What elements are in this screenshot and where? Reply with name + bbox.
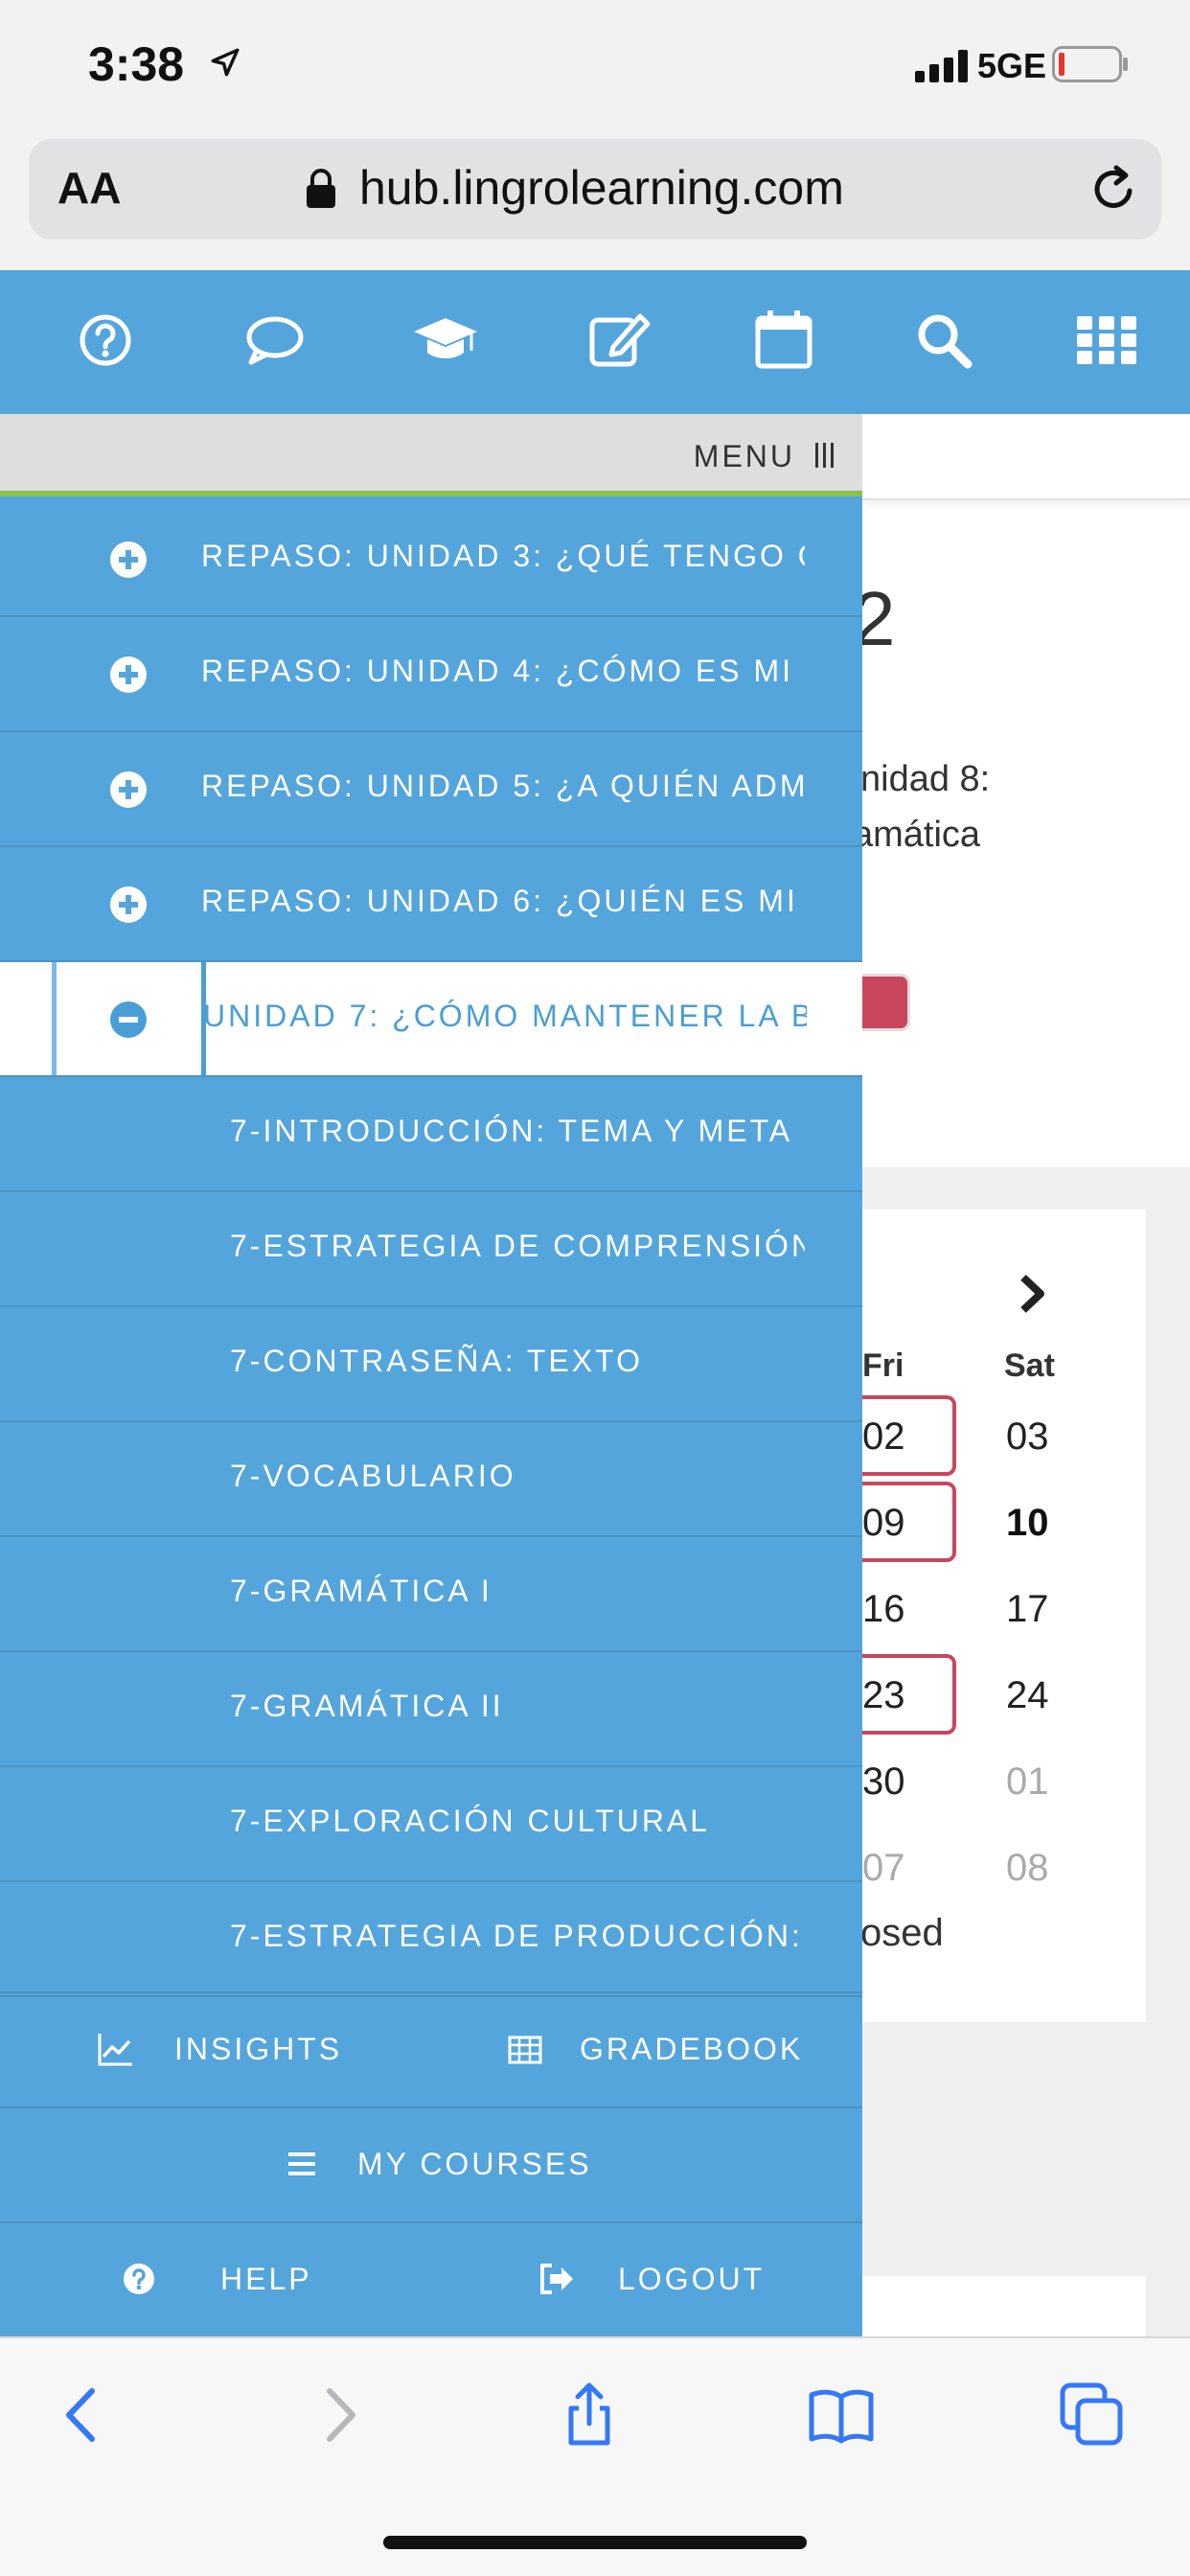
menu-item-unidad-7-active[interactable]: UNIDAD 7: ¿CÓMO MANTENER LA B… <box>0 962 862 1077</box>
course-text-fragment-2: amática <box>853 815 981 855</box>
expand-plus-icon[interactable] <box>109 656 148 694</box>
submenu-item-label: 7-GRAMÁTICA I <box>230 1574 492 1608</box>
logout-link[interactable]: LOGOUT <box>618 2262 765 2297</box>
submenu-item-vocabulario[interactable]: 7-VOCABULARIO <box>0 1422 862 1537</box>
url-text[interactable]: hub.lingrolearning.com <box>359 160 844 216</box>
chevron-right-icon[interactable] <box>1014 1270 1052 1318</box>
calendar-day[interactable]: 02 <box>862 1415 905 1459</box>
logout-icon <box>540 2264 573 2294</box>
apps-grid-icon[interactable] <box>1073 307 1140 374</box>
calendar-header-fri: Fri <box>862 1347 904 1384</box>
menu-item-label: REPASO: UNIDAD 5: ¿A QUIÉN ADMI… <box>201 769 805 803</box>
page-card <box>843 2276 1146 2343</box>
graduation-cap-icon[interactable] <box>412 307 479 374</box>
menu-footer-row-1: INSIGHTS GRADEBOOK <box>0 1991 862 2106</box>
menu-toggle-icon[interactable] <box>814 441 835 470</box>
active-indicator <box>52 962 57 1075</box>
submenu-item-label: 7-VOCABULARIO <box>230 1459 516 1493</box>
side-menu: MENU REPASO: UNIDAD 3: ¿QUÉ TENGO Q… REP… <box>0 414 862 2336</box>
chart-line-icon <box>98 2034 132 2066</box>
menu-item-label: REPASO: UNIDAD 4: ¿CÓMO ES MI … <box>201 654 805 688</box>
submenu-item-label: 7-CONTRASEÑA: TEXTO <box>230 1344 643 1378</box>
expand-plus-icon[interactable] <box>109 886 148 924</box>
forward-icon[interactable] <box>305 2381 372 2449</box>
menu-item-label: UNIDAD 7: ¿CÓMO MANTENER LA B… <box>203 999 807 1033</box>
submenu-item-estrategia-produccion[interactable]: 7-ESTRATEGIA DE PRODUCCIÓN: … <box>0 1882 862 1997</box>
network-type: 5GE <box>977 46 1047 85</box>
table-icon <box>508 2036 542 2064</box>
submenu-item-label: 7-ESTRATEGIA DE PRODUCCIÓN: … <box>230 1919 805 1953</box>
submenu-item-label: 7-EXPLORACIÓN CULTURAL <box>230 1804 711 1838</box>
menu-footer-row-3: HELP LOGOUT <box>0 2221 862 2336</box>
status-bar: 3:38 5GE <box>0 0 1190 129</box>
calendar-day-today[interactable]: 10 <box>1006 1502 1049 1545</box>
app-toolbar <box>0 270 1190 414</box>
calendar-day[interactable]: 24 <box>1006 1674 1049 1717</box>
submenu-item-gramatica-i[interactable]: 7-GRAMÁTICA I <box>0 1537 862 1652</box>
calendar-legend-fragment: osed <box>860 1912 944 1954</box>
menu-item-label: REPASO: UNIDAD 3: ¿QUÉ TENGO Q… <box>201 539 805 573</box>
menu-footer-row-2: MY COURSES <box>0 2106 862 2221</box>
submenu-item-estrategia-comprension[interactable]: 7-ESTRATEGIA DE COMPRENSIÓN… <box>0 1192 862 1307</box>
course-text-fragment: nidad 8: <box>860 759 991 799</box>
calendar-day[interactable]: 23 <box>862 1674 905 1717</box>
edit-icon[interactable] <box>586 307 653 374</box>
expand-plus-icon[interactable] <box>109 540 148 579</box>
submenu-item-label: 7-INTRODUCCIÓN: TEMA Y META … <box>230 1114 805 1148</box>
menu-header[interactable]: MENU <box>0 414 862 496</box>
page-subheader <box>862 414 1190 500</box>
tabs-icon[interactable] <box>1059 2381 1126 2449</box>
help-icon <box>124 2264 154 2294</box>
gradebook-link[interactable]: GRADEBOOK <box>580 2032 803 2067</box>
chat-bubble-icon[interactable] <box>241 307 309 374</box>
calendar-icon[interactable] <box>750 307 817 374</box>
cellular-signal-icon <box>915 50 968 82</box>
list-icon <box>288 2152 315 2175</box>
bookmarks-icon[interactable] <box>808 2381 875 2449</box>
location-arrow-icon <box>211 48 240 77</box>
menu-item-repaso-unidad-4[interactable]: REPASO: UNIDAD 4: ¿CÓMO ES MI … <box>0 617 862 732</box>
lock-icon <box>307 169 335 208</box>
calendar-day[interactable]: 07 <box>862 1847 905 1890</box>
submenu-item-contrasena[interactable]: 7-CONTRASEÑA: TEXTO <box>0 1307 862 1422</box>
submenu-item-introduccion[interactable]: 7-INTRODUCCIÓN: TEMA Y META … <box>0 1077 862 1192</box>
submenu-item-label: 7-GRAMÁTICA II <box>230 1689 504 1723</box>
reload-icon[interactable] <box>1087 162 1141 216</box>
help-circle-icon[interactable] <box>72 307 139 374</box>
calendar-header-sat: Sat <box>1004 1347 1055 1384</box>
menu-item-repaso-unidad-3[interactable]: REPASO: UNIDAD 3: ¿QUÉ TENGO Q… <box>0 502 862 617</box>
battery-icon <box>1052 46 1128 82</box>
expand-plus-icon[interactable] <box>109 770 148 809</box>
submenu-item-exploracion-cultural[interactable]: 7-EXPLORACIÓN CULTURAL <box>0 1767 862 1882</box>
calendar-day[interactable]: 08 <box>1006 1847 1049 1890</box>
menu-item-repaso-unidad-5[interactable]: REPASO: UNIDAD 5: ¿A QUIÉN ADMI… <box>0 732 862 847</box>
calendar-day[interactable]: 09 <box>862 1502 905 1545</box>
menu-item-repaso-unidad-6[interactable]: REPASO: UNIDAD 6: ¿QUIÉN ES MI F… <box>0 847 862 962</box>
share-icon[interactable] <box>556 2381 623 2449</box>
insights-link[interactable]: INSIGHTS <box>174 2032 342 2067</box>
calendar-day[interactable]: 30 <box>862 1760 905 1804</box>
submenu-item-label: 7-ESTRATEGIA DE COMPRENSIÓN… <box>230 1229 805 1263</box>
my-courses-link[interactable]: MY COURSES <box>357 2147 592 2182</box>
collapse-minus-icon[interactable] <box>109 1000 148 1039</box>
home-indicator <box>383 2536 807 2549</box>
calendar-day[interactable]: 17 <box>1006 1588 1049 1631</box>
calendar-day[interactable]: 01 <box>1006 1760 1049 1804</box>
help-link[interactable]: HELP <box>220 2262 312 2297</box>
back-icon[interactable] <box>50 2381 117 2449</box>
menu-title: MENU <box>693 439 795 473</box>
reader-text-size-button[interactable]: AA <box>57 162 121 214</box>
status-time: 3:38 <box>88 37 185 91</box>
calendar-day[interactable]: 03 <box>1006 1415 1049 1459</box>
search-icon[interactable] <box>910 307 977 374</box>
address-bar[interactable]: AA hub.lingrolearning.com <box>29 139 1161 240</box>
menu-item-label: REPASO: UNIDAD 6: ¿QUIÉN ES MI F… <box>201 884 805 918</box>
submenu-item-gramatica-ii[interactable]: 7-GRAMÁTICA II <box>0 1652 862 1767</box>
calendar-day[interactable]: 16 <box>862 1588 905 1631</box>
